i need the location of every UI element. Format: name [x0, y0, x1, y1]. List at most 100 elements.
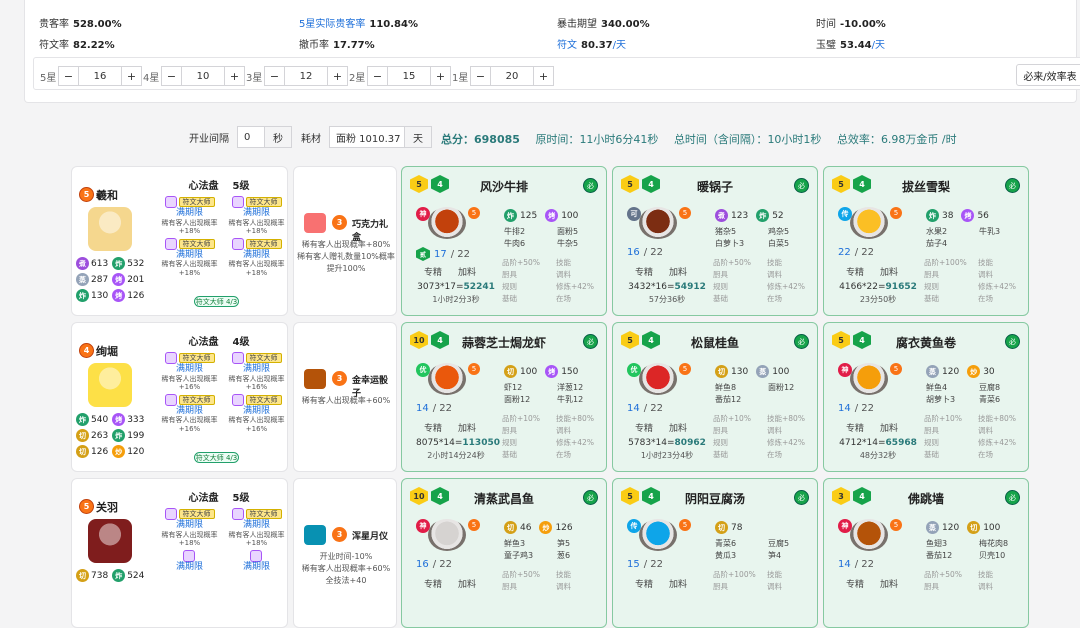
zha-icon: 炸	[112, 569, 126, 582]
equipment-card[interactable]: 3 巧克力礼盒 稀有客人出现概率+80% 稀有客人赠礼数量10%概率提升100%	[293, 166, 397, 316]
star-value-input[interactable]: 16	[79, 66, 121, 86]
ingredient: 虾12	[504, 383, 523, 392]
recipe-calc: 3073*17=52241 1小时2分3秒	[416, 282, 496, 305]
minus-button[interactable]: −	[470, 66, 491, 86]
rune-item[interactable]: 符文大师 满期限 稀有客人出现概率 +18%	[227, 508, 286, 548]
star-value-input[interactable]: 12	[285, 66, 327, 86]
plus-button[interactable]: +	[121, 66, 142, 86]
specialty-label: 专精	[846, 580, 865, 590]
stat-value: 17.77%	[333, 40, 375, 51]
recipe-labels: 专精 加料	[635, 265, 687, 278]
equipment-card[interactable]: 3 金幸运骰子 稀有客人出现概率+60%	[293, 322, 397, 472]
stat-label: 5星实际贵客率	[299, 19, 366, 30]
specialty-label: 专精	[424, 580, 443, 590]
chef-name: 绚堀	[96, 345, 118, 358]
rune-item[interactable]: 符文大师 满期限 稀有客人出现概率 +18%	[160, 508, 219, 548]
minus-button[interactable]: −	[264, 66, 285, 86]
rune-item[interactable]: 符文大师 满期限 稀有客人出现概率 +18%	[227, 196, 286, 236]
must-icon: 必	[583, 490, 598, 505]
count-total: / 22	[854, 559, 875, 570]
rune-item[interactable]: 符文大师 满期限 稀有客人出现概率 +16%	[160, 393, 219, 434]
rune-item[interactable]: 满期限	[227, 549, 286, 573]
minus-button[interactable]: −	[161, 66, 182, 86]
chef-avatar	[88, 519, 132, 563]
bonus-item: 技能	[767, 570, 782, 579]
formula-prefix: 4712*14=	[839, 438, 886, 448]
recipe-card[interactable]: 5 4 腐衣黄鱼卷必神 5 14/ 22 蒸 120 炒 30 鲜鱼4 豆腐8 胡萝卜3 青菜6 专精 加料…	[823, 322, 1029, 472]
skill-value: 78	[731, 522, 743, 533]
star-value-input[interactable]: 20	[491, 66, 533, 86]
bonus-item: 品阶+10%	[502, 414, 540, 423]
rune-item[interactable]: 符文大师 满期限 稀有客人出现概率 +16%	[227, 393, 286, 434]
equipment-name: 浑星月仪	[352, 532, 389, 542]
recipe-card[interactable]: 10 4 清蒸武昌鱼必神 5 16/ 22 切 46 炒 126 鲜鱼3 笋5 童子鸡3 葱6 专精 加料品…	[401, 478, 607, 628]
equipment-card[interactable]: 3 浑星月仪 开业时间-10% 稀有客人出现概率+60% 全技法+40	[293, 478, 397, 628]
must-icon: 必	[794, 490, 809, 505]
bonus-item: 调料	[978, 270, 993, 279]
rune-master-tag: 符文大师 4/3	[194, 452, 239, 463]
heart-disk-level: 4级	[232, 337, 250, 348]
stat-label: 暴击期望	[557, 19, 597, 30]
rune-item[interactable]: 符文大师 满期限 稀有客人出现概率 +16%	[227, 352, 286, 392]
material-input[interactable]: 面粉 1010.37	[329, 126, 405, 148]
rune-desc: 稀有客人出现概率	[161, 374, 218, 383]
recipe-card[interactable]: 10 4 蒜蓉芝士焗龙虾必优 5 14/ 22 切 100 烤 150 虾12 洋葱12 面粉12 牛乳…	[401, 322, 607, 472]
plus-button[interactable]: +	[430, 66, 451, 86]
qie-icon: 切	[76, 429, 89, 442]
rune-icon	[164, 352, 177, 364]
rune-tag: 符文大师	[245, 394, 282, 405]
chef-skill: 烤 201	[112, 273, 144, 286]
count-total: / 22	[643, 403, 664, 414]
rune-item[interactable]: 符文大师 满期限 稀有客人出现概率 +18%	[160, 237, 219, 278]
star-value-input[interactable]: 10	[182, 66, 224, 86]
formula-result: 80962	[674, 438, 706, 448]
stat-label: 玉璧	[816, 40, 836, 51]
star-group: 2星 −15 +	[349, 66, 451, 86]
rune-item[interactable]: 符文大师 满期限 稀有客人出现概率 +18%	[227, 237, 286, 278]
chef-card[interactable]: 5 关羽切 738 炸 524 心法盘 5级 符文大师 满期限 稀有客人出现概率 +18% 符文大师满…	[71, 478, 288, 628]
bonus-item: 厨具	[713, 270, 728, 279]
equipment-rank-icon: 3	[332, 371, 347, 386]
specialty-label: 专精	[635, 268, 654, 278]
skill-row: 切 126 炒 120	[76, 445, 148, 458]
chef-card[interactable]: 4 绚堀炸 540 烤 333 切 263 炸 199 切 126 炒 120 心法盘 4级 符文大师 满期限稀…	[71, 322, 288, 472]
bonus-item: 技能	[556, 258, 571, 267]
star-value-input[interactable]: 15	[388, 66, 430, 86]
recipe-card[interactable]: 3 4 佛跳墙必神 5 14/ 22 蒸 120 切 100 鱼翅3 梅花肉8 番茄12 贝壳10 专精加…	[823, 478, 1029, 628]
rune-item[interactable]: 满期限	[160, 549, 219, 573]
recipe-ingredients: 切 78 青菜6 豆腐5 黄瓜3 笋4	[715, 521, 815, 561]
rune-pct: +16%	[245, 424, 268, 433]
interval-input[interactable]: 0	[237, 126, 265, 148]
recipe-calc: 3432*16=54912 57分36秒	[627, 282, 707, 305]
chef-card[interactable]: 5 羲和煮 613 炸 532 蒸 287 烤 201 炸 130 烤 126 心法盘 5级 符文大师 满期限稀…	[71, 166, 288, 316]
bonus-item: 品阶+50%	[502, 570, 540, 579]
recipe-card[interactable]: 5 4 阴阳豆腐汤必传 5 15/ 22 切 78 青菜6 豆腐5 黄瓜3 笋4 专精 加料 品阶+100…	[612, 478, 818, 628]
equipment-icon	[304, 369, 326, 389]
recipe-name: 清蒸武昌鱼	[473, 492, 534, 506]
rune-pct: +18%	[178, 268, 201, 277]
plus-button[interactable]: +	[327, 66, 348, 86]
recipe-name: 风沙牛排	[479, 180, 528, 194]
rune-item[interactable]: 符文大师 满期限 稀有客人出现概率 +18%	[160, 196, 219, 236]
rune-item[interactable]: 符文大师 满期限 稀有客人出现概率 +16%	[160, 352, 219, 392]
minus-button[interactable]: −	[58, 66, 79, 86]
rune-tag: 符文大师	[245, 197, 282, 208]
rune-tag: 符文大师	[178, 509, 215, 520]
zha-icon: 炸	[756, 209, 770, 222]
cook-time: 57分36秒	[648, 295, 686, 304]
plus-button[interactable]: +	[533, 66, 554, 86]
recipe-card[interactable]: 5 4 暖锅子必可 5 16/ 22 煮 123 炸 52 猪杂5 鸡杂5 白萝卜3 白菜5 专精 加料 34…	[612, 166, 818, 316]
recipe-labels: 专精 加料	[635, 421, 687, 434]
minus-button[interactable]: −	[367, 66, 388, 86]
skill-value: 100	[520, 366, 538, 377]
efficiency-table-button[interactable]: 必来/效率表	[1016, 64, 1080, 86]
plus-button[interactable]: +	[224, 66, 245, 86]
ingredient-list: 青菜6 豆腐5 黄瓜3 笋4	[715, 538, 815, 561]
recipe-card[interactable]: 5 4 松鼠桂鱼必优 5 14/ 22 切 130 蒸 100 鲜鱼8 面粉12 番茄12 专精 加料 57…	[612, 322, 818, 472]
rune-name: 满期限	[175, 520, 203, 530]
score-formula: 3073*17=52241	[416, 282, 496, 292]
recipe-card[interactable]: 5 4 拔丝雪梨必传 5 22/ 22 炸 38 烤 56 水果2 牛乳3 茄子4 专精 加料 4166*2…	[823, 166, 1029, 316]
recipe-card[interactable]: 5 4 风沙牛排必神 5 贰 17/ 22 炸 125 烤 100 牛排2 面粉5 牛肉6 牛杂5 专精 加料…	[401, 166, 607, 316]
ingredient: 胡萝卜3	[926, 395, 956, 404]
chef-skill: 煮 613	[76, 257, 108, 270]
